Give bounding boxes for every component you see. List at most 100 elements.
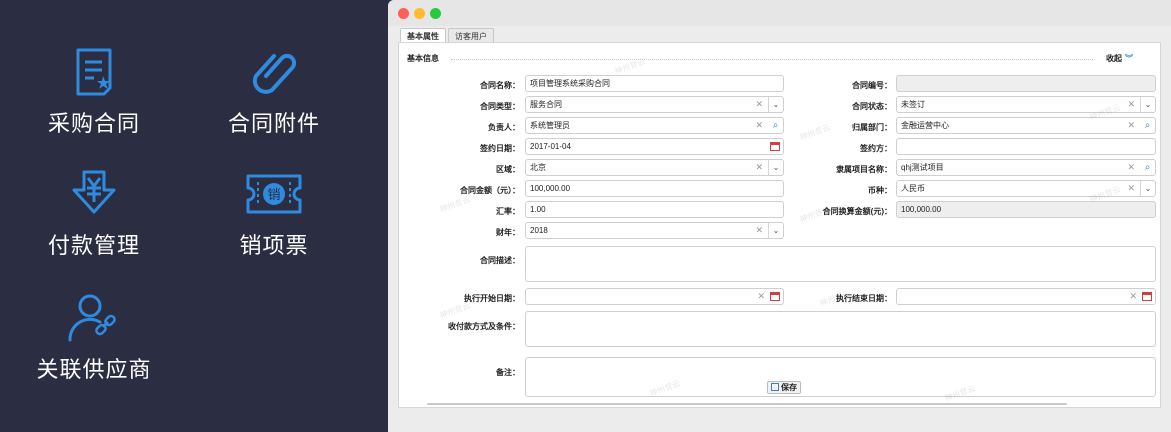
watermark: 神州昔云 bbox=[438, 194, 472, 215]
clear-icon[interactable]: ✕ bbox=[755, 97, 763, 112]
fiscal-year-value: 2018 bbox=[530, 226, 548, 235]
sign-date-label: 签约日期： bbox=[480, 144, 520, 153]
amount-label: 合同金额（元）： bbox=[460, 186, 520, 195]
feature-payment-management: 付款管理 bbox=[19, 168, 169, 260]
rate-value: 1.00 bbox=[530, 205, 546, 214]
feature-label: 合同附件 bbox=[227, 111, 320, 136]
horizontal-scrollbar[interactable] bbox=[427, 403, 1067, 405]
clear-icon[interactable]: ✕ bbox=[1127, 118, 1135, 133]
feature-panel: 采购合同 合同附件 付款管理 销 销项票 关联供应商 bbox=[0, 0, 388, 432]
form-panel: 基本信息 收起 ︾ 合同名称： 项目管理系统采购合同 合同编号： 合同类型： 服务… bbox=[398, 42, 1161, 408]
contract-no-input[interactable] bbox=[896, 75, 1156, 92]
end-date-input[interactable]: ✕ bbox=[896, 288, 1156, 305]
sales-invoice-ticket-icon: 销 bbox=[246, 174, 302, 214]
fiscal-year-select[interactable]: 2018 ✕ ⌄ bbox=[525, 222, 784, 239]
description-textarea[interactable] bbox=[525, 246, 1156, 282]
currency-label: 币种： bbox=[868, 186, 892, 195]
chevron-down-icon[interactable]: ⌄ bbox=[1140, 181, 1155, 196]
payment-terms-textarea[interactable] bbox=[525, 311, 1156, 347]
clear-icon[interactable]: ✕ bbox=[1127, 160, 1135, 175]
search-icon[interactable]: ⌕ bbox=[1140, 160, 1155, 175]
feature-label: 采购合同 bbox=[47, 111, 140, 136]
feature-label: 销项票 bbox=[239, 233, 309, 258]
description-label: 合同描述： bbox=[480, 256, 520, 265]
contract-status-select[interactable]: 未签订 ✕ ⌄ bbox=[896, 96, 1156, 113]
close-window-button[interactable] bbox=[398, 8, 409, 19]
calendar-icon[interactable] bbox=[770, 142, 780, 151]
maximize-window-button[interactable] bbox=[430, 8, 441, 19]
section-divider bbox=[451, 59, 1093, 60]
project-lookup[interactable]: qhj测试项目 ✕ ⌕ bbox=[896, 159, 1156, 176]
contract-status-label: 合同状态： bbox=[852, 102, 892, 111]
contract-name-value: 项目管理系统采购合同 bbox=[530, 79, 610, 88]
save-label: 保存 bbox=[781, 383, 797, 392]
collapse-toggle[interactable]: 收起 ︾ bbox=[1106, 53, 1133, 64]
section-header: 基本信息 收起 ︾ bbox=[403, 53, 1133, 67]
clear-icon[interactable]: ✕ bbox=[755, 118, 763, 133]
contract-document-icon bbox=[76, 48, 112, 96]
user-link-icon bbox=[68, 294, 116, 342]
save-icon bbox=[771, 383, 779, 391]
rate-input[interactable]: 1.00 bbox=[525, 201, 784, 218]
fiscal-year-label: 财年： bbox=[496, 228, 520, 237]
sign-date-value: 2017-01-04 bbox=[530, 142, 571, 151]
project-label: 隶属项目名称： bbox=[836, 165, 892, 174]
converted-amount-label: 合同换算金额(元)： bbox=[822, 207, 892, 216]
end-date-label: 执行结束日期： bbox=[836, 294, 892, 303]
contract-type-value: 服务合同 bbox=[530, 100, 562, 109]
clear-icon[interactable]: ✕ bbox=[1127, 97, 1135, 112]
section-title: 基本信息 bbox=[407, 53, 443, 64]
converted-amount-input[interactable]: 100,000.00 bbox=[896, 201, 1156, 218]
currency-value: 人民币 bbox=[901, 184, 925, 193]
contract-status-value: 未签订 bbox=[901, 100, 925, 109]
feature-label: 付款管理 bbox=[47, 233, 140, 258]
search-icon[interactable]: ⌕ bbox=[1140, 118, 1155, 133]
clear-icon[interactable]: ✕ bbox=[755, 160, 763, 175]
save-bar: 保存 bbox=[399, 381, 1162, 407]
owner-label: 负责人： bbox=[488, 123, 520, 132]
remark-label: 备注： bbox=[496, 368, 520, 377]
chevron-down-icon[interactable]: ⌄ bbox=[768, 160, 783, 175]
amount-value: 100,000.00 bbox=[530, 184, 571, 193]
feature-linked-supplier: 关联供应商 bbox=[19, 292, 169, 384]
department-lookup[interactable]: 金融运营中心 ✕ ⌕ bbox=[896, 117, 1156, 134]
region-select[interactable]: 北京 ✕ ⌄ bbox=[525, 159, 784, 176]
currency-select[interactable]: 人民币 ✕ ⌄ bbox=[896, 180, 1156, 197]
clear-icon[interactable]: ✕ bbox=[1127, 181, 1135, 196]
department-value: 金融运营中心 bbox=[901, 121, 949, 130]
clear-icon[interactable]: ✕ bbox=[1129, 289, 1137, 304]
region-value: 北京 bbox=[530, 163, 546, 172]
window-titlebar bbox=[388, 0, 1171, 26]
payment-terms-label: 收付款方式及条件： bbox=[448, 322, 520, 331]
chevron-down-icon[interactable]: ⌄ bbox=[1140, 97, 1155, 112]
converted-amount-value: 100,000.00 bbox=[901, 205, 942, 214]
sign-date-input[interactable]: 2017-01-04 bbox=[525, 138, 784, 155]
contract-type-select[interactable]: 服务合同 ✕ ⌄ bbox=[525, 96, 784, 113]
feature-label: 关联供应商 bbox=[36, 357, 152, 382]
rate-label: 汇率： bbox=[496, 207, 520, 216]
chevron-down-icon[interactable]: ⌄ bbox=[768, 97, 783, 112]
collapse-label: 收起 bbox=[1106, 54, 1122, 63]
save-button[interactable]: 保存 bbox=[767, 381, 801, 394]
watermark: 神州昔云 bbox=[798, 122, 832, 143]
owner-lookup[interactable]: 系统管理员 ✕ ⌕ bbox=[525, 117, 784, 134]
search-icon[interactable]: ⌕ bbox=[768, 118, 783, 133]
tab-bar: 基本属性 访客用户 bbox=[400, 28, 496, 42]
paperclip-icon bbox=[252, 53, 297, 94]
clear-icon[interactable]: ✕ bbox=[755, 223, 763, 238]
feature-contract-attachment: 合同附件 bbox=[199, 46, 349, 138]
chevron-down-icon[interactable]: ⌄ bbox=[768, 223, 783, 238]
signer-input[interactable] bbox=[896, 138, 1156, 155]
calendar-icon[interactable] bbox=[770, 292, 780, 301]
signer-label: 签约方： bbox=[860, 144, 892, 153]
amount-input[interactable]: 100,000.00 bbox=[525, 180, 784, 197]
tab-basic-attributes[interactable]: 基本属性 bbox=[400, 28, 446, 42]
clear-icon[interactable]: ✕ bbox=[757, 289, 765, 304]
tab-visitor-users[interactable]: 访客用户 bbox=[448, 28, 494, 42]
feature-sales-invoice: 销 销项票 bbox=[199, 168, 349, 260]
start-date-input[interactable]: ✕ bbox=[525, 288, 784, 305]
owner-value: 系统管理员 bbox=[530, 121, 570, 130]
calendar-icon[interactable] bbox=[1142, 292, 1152, 301]
minimize-window-button[interactable] bbox=[414, 8, 425, 19]
contract-name-input[interactable]: 项目管理系统采购合同 bbox=[525, 75, 784, 92]
